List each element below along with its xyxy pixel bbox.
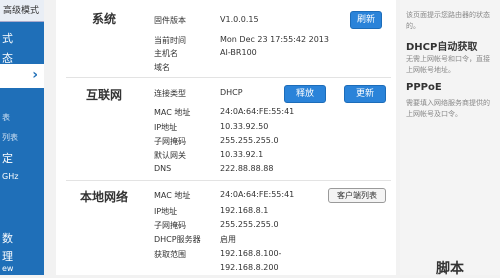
- domain-label: 域名: [154, 63, 170, 72]
- internet-section-title: 互联网: [86, 88, 123, 102]
- connection-type-value: DHCP: [220, 88, 243, 97]
- lan-mac-label: MAC 地址: [154, 191, 191, 200]
- sidebar-item-4[interactable]: 列表: [0, 132, 44, 143]
- firmware-version-value: V1.0.0.15: [220, 15, 259, 24]
- current-time-label: 当前时间: [154, 36, 186, 45]
- chevron-right-icon: ›: [32, 67, 38, 83]
- dhcp-server-value: 启用: [220, 235, 236, 244]
- wan-ip-label: IP地址: [154, 123, 178, 132]
- wan-mac-value: 24:0A:64:FE:55:41: [220, 107, 295, 116]
- system-section-title: 系统: [92, 12, 117, 26]
- dns-label: DNS: [154, 164, 172, 173]
- lan-ip-value: 192.168.8.1: [220, 206, 269, 215]
- sidebar-item-6[interactable]: GHz: [0, 172, 44, 181]
- sidebar: 高级模式 式 态 › 表 列表 定 GHz 数 理 ew: [0, 0, 44, 275]
- dhcp-help-text: 无需上网帐号和口令，直接: [406, 55, 490, 63]
- refresh-button[interactable]: 刷新: [350, 11, 382, 29]
- dhcp-help-text: 上网帐号地址。: [406, 66, 455, 74]
- release-button[interactable]: 释放: [284, 85, 326, 103]
- lan-mac-value: 24:0A:64:FE:55:41: [220, 190, 295, 199]
- help-panel: 该页面提示您路由器的状态 的。 DHCP自动获取 无需上网帐号和口令，直接 上网…: [400, 0, 500, 275]
- pppoe-help-text: 需要填入网络服务商提供的: [406, 99, 490, 107]
- advanced-mode-button[interactable]: 高级模式: [0, 0, 44, 22]
- wan-subnet-label: 子网掩码: [154, 137, 186, 146]
- gateway-label: 默认网关: [154, 151, 186, 160]
- client-list-button[interactable]: 客户端列表: [328, 188, 386, 203]
- renew-button[interactable]: 更新: [344, 85, 386, 103]
- hostname-label: 主机名: [154, 49, 178, 58]
- help-text: 的。: [406, 22, 420, 30]
- sidebar-item-8[interactable]: 理: [0, 248, 44, 264]
- dhcp-range-end: 192.168.8.200: [220, 263, 279, 272]
- sidebar-item-7[interactable]: 数: [0, 230, 44, 246]
- status-panel: 系统 固件版本 V1.0.0.15 当前时间 Mon Dec 23 17:55:…: [56, 0, 396, 275]
- dhcp-help-title: DHCP自动获取: [406, 42, 478, 53]
- pppoe-help-text: 上网帐号及口令。: [406, 110, 462, 118]
- pppoe-help-title: PPPoE: [406, 82, 442, 93]
- lan-subnet-label: 子网掩码: [154, 221, 186, 230]
- sidebar-item-1[interactable]: 式: [0, 30, 44, 46]
- dns-value: 222.88.88.88: [220, 164, 274, 173]
- dhcp-range-start: 192.168.8.100-: [220, 249, 282, 258]
- divider: [66, 77, 391, 78]
- lan-ip-label: IP地址: [154, 207, 178, 216]
- sidebar-item-status-active[interactable]: ›: [0, 64, 44, 88]
- gateway-value: 10.33.92.1: [220, 150, 264, 159]
- dhcp-server-label: DHCP服务器: [154, 235, 201, 244]
- watermark-logo: 脚本: [436, 261, 464, 277]
- dhcp-range-label: 获取范围: [154, 250, 186, 259]
- lan-section-title: 本地网络: [80, 190, 129, 204]
- sidebar-item-3[interactable]: 表: [0, 112, 44, 123]
- wan-ip-value: 10.33.92.50: [220, 122, 269, 131]
- sidebar-item-5[interactable]: 定: [0, 150, 44, 166]
- wan-mac-label: MAC 地址: [154, 108, 191, 117]
- wan-subnet-value: 255.255.255.0: [220, 136, 279, 145]
- lan-subnet-value: 255.255.255.0: [220, 220, 279, 229]
- sidebar-item-9[interactable]: ew: [0, 264, 44, 273]
- divider: [66, 180, 391, 181]
- hostname-value: AI-BR100: [220, 48, 257, 57]
- help-text: 该页面提示您路由器的状态: [406, 11, 490, 19]
- connection-type-label: 连接类型: [154, 89, 186, 98]
- firmware-version-label: 固件版本: [154, 16, 186, 25]
- current-time-value: Mon Dec 23 17:55:42 2013: [220, 35, 329, 44]
